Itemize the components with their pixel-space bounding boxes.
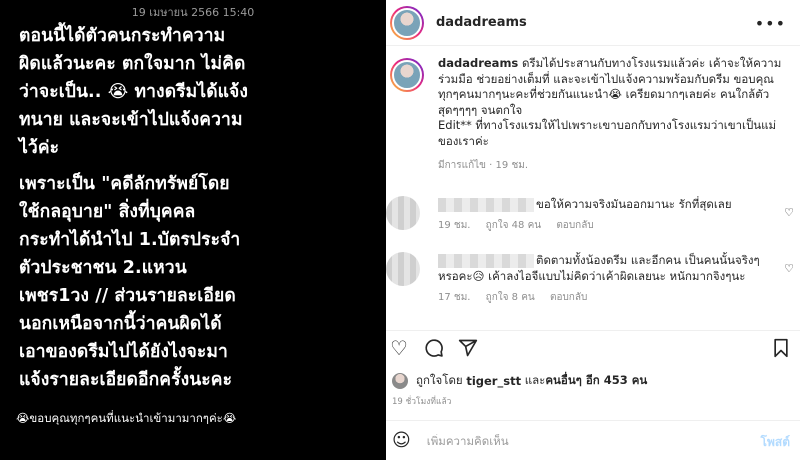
comment-avatar[interactable] bbox=[386, 252, 420, 286]
avatar[interactable] bbox=[390, 5, 424, 40]
comment-likes[interactable]: ถูกใจ 8 คน bbox=[486, 292, 535, 303]
likes-connector: และ bbox=[524, 373, 546, 387]
story-image: 19 เมษายน 2566 15:40 ตอนนี้ได้ตัวคนกระทำ… bbox=[0, 0, 386, 460]
liker-avatar[interactable] bbox=[392, 373, 408, 389]
story-line: เพราะเป็น "คดีลักทรัพย์โดย bbox=[19, 174, 230, 194]
post-panel: dadadreams ••• dadadreams ดรีมได้ประสานก… bbox=[386, 0, 800, 460]
comment-heart-icon[interactable]: ♡ bbox=[784, 262, 794, 275]
add-comment-bar: ☺ โพสต์ bbox=[386, 420, 800, 460]
comment-icon[interactable] bbox=[424, 338, 444, 361]
story-line: กระทำได้นำไป 1.บัตรประจำ bbox=[19, 230, 241, 250]
comment-heart-icon[interactable]: ♡ bbox=[784, 206, 794, 219]
heart-icon[interactable]: ♡ bbox=[390, 338, 408, 358]
story-line: ผิดแล้วนะคะ ตกใจมาก ไม่คิด bbox=[19, 54, 246, 74]
story-line: ตอนนี้ได้ตัวคนกระทำความ bbox=[19, 26, 226, 46]
post-button[interactable]: โพสต์ bbox=[761, 433, 790, 452]
comment-list: ขอให้ความจริงมันออกมานะ รักที่สุดเลย 19 … bbox=[386, 196, 800, 318]
story-timestamp: 19 เมษายน 2566 15:40 bbox=[131, 6, 255, 19]
post-caption: dadadreams ดรีมได้ประสานกับทางโรงแรมแล้ว… bbox=[386, 46, 800, 173]
emoji-icon[interactable]: ☺ bbox=[392, 430, 411, 451]
comment-text: ติดตามทั้งน้องดรีม และอีกคน เป็นคนนั้นจร… bbox=[438, 253, 760, 283]
story-line: ว่าจะเป็น.. 😭 ทางดรีมได้แจ้ง bbox=[19, 82, 249, 102]
post-date[interactable]: 19 ชั่วโมงที่แล้ว bbox=[392, 394, 451, 408]
caption-text: dadadreams ดรีมได้ประสานกับทางโรงแรมแล้ว… bbox=[438, 56, 786, 149]
story-line: นอกเหนือจากนี้ว่าคนผิดได้ bbox=[19, 314, 222, 334]
story-line: ทนาย และจะเข้าไปแจ้งความ bbox=[19, 110, 243, 130]
post-header: dadadreams ••• bbox=[386, 0, 800, 46]
caption-avatar[interactable] bbox=[390, 58, 424, 92]
liker-username[interactable]: tiger_stt bbox=[466, 374, 521, 388]
story-line: เอาของดรีมไปได้ยังไงจะมา bbox=[19, 342, 228, 362]
story-line: ไว้ค่ะ bbox=[19, 138, 60, 158]
comment-username-blurred[interactable] bbox=[438, 197, 534, 212]
caption-username[interactable]: dadadreams bbox=[438, 56, 518, 70]
story-line: ตัวประชาชน 2.แหวน bbox=[19, 258, 187, 278]
likes-others[interactable]: คนอื่นๆ อีก 453 คน bbox=[545, 372, 647, 390]
caption-edit: Edit** ที่ทางโรงแรมให้ไปเพราะเขาบอกกับทา… bbox=[438, 118, 777, 148]
comment-meta: 17 ชม. ถูกใจ 8 คน ตอบกลับ bbox=[438, 290, 800, 305]
comment-time: 19 ชม. bbox=[438, 220, 471, 231]
story-footer: 😭ขอบคุณทุกๆคนที่แนะนำเข้ามามากๆค่ะ😭 bbox=[16, 411, 237, 425]
post-actions: ♡ bbox=[386, 330, 800, 366]
story-line: ใช้กลอุบาย" สิ่งที่บุคคล bbox=[19, 202, 196, 222]
comment: ติดตามทั้งน้องดรีม และอีกคน เป็นคนนั้นจร… bbox=[386, 252, 800, 318]
comment-text: ขอให้ความจริงมันออกมานะ รักที่สุดเลย bbox=[438, 196, 800, 212]
comment-likes[interactable]: ถูกใจ 48 คน bbox=[486, 220, 541, 231]
more-horizontal-icon[interactable]: ••• bbox=[755, 14, 786, 33]
likes-prefix: ถูกใจโดย bbox=[416, 373, 463, 387]
likes-summary: ถูกใจโดย tiger_stt และ คนอื่นๆ อีก 453 ค… bbox=[392, 372, 647, 390]
comment-avatar[interactable] bbox=[386, 196, 420, 230]
caption-meta: มีการแก้ไข · 19 ชม. bbox=[438, 160, 528, 171]
comment-time: 17 ชม. bbox=[438, 292, 471, 303]
header-username[interactable]: dadadreams bbox=[436, 15, 527, 30]
story-line: เพชร1วง // ส่วนรายละเอียด bbox=[19, 286, 236, 306]
comment-input[interactable] bbox=[426, 433, 727, 448]
comment-meta: 19 ชม. ถูกใจ 48 คน ตอบกลับ bbox=[438, 218, 800, 233]
story-text: ตอนนี้ได้ตัวคนกระทำความ ผิดแล้วนะคะ ตกใจ… bbox=[19, 22, 269, 394]
comment: ขอให้ความจริงมันออกมานะ รักที่สุดเลย 19 … bbox=[386, 196, 800, 252]
comment-username-blurred[interactable] bbox=[438, 253, 534, 268]
comment-reply-button[interactable]: ตอบกลับ bbox=[550, 292, 587, 303]
comment-reply-button[interactable]: ตอบกลับ bbox=[556, 220, 593, 231]
share-icon[interactable] bbox=[458, 338, 478, 361]
story-line: แจ้งรายละเอียดอีกครั้งนะคะ bbox=[19, 370, 233, 390]
bookmark-icon[interactable] bbox=[772, 338, 790, 361]
